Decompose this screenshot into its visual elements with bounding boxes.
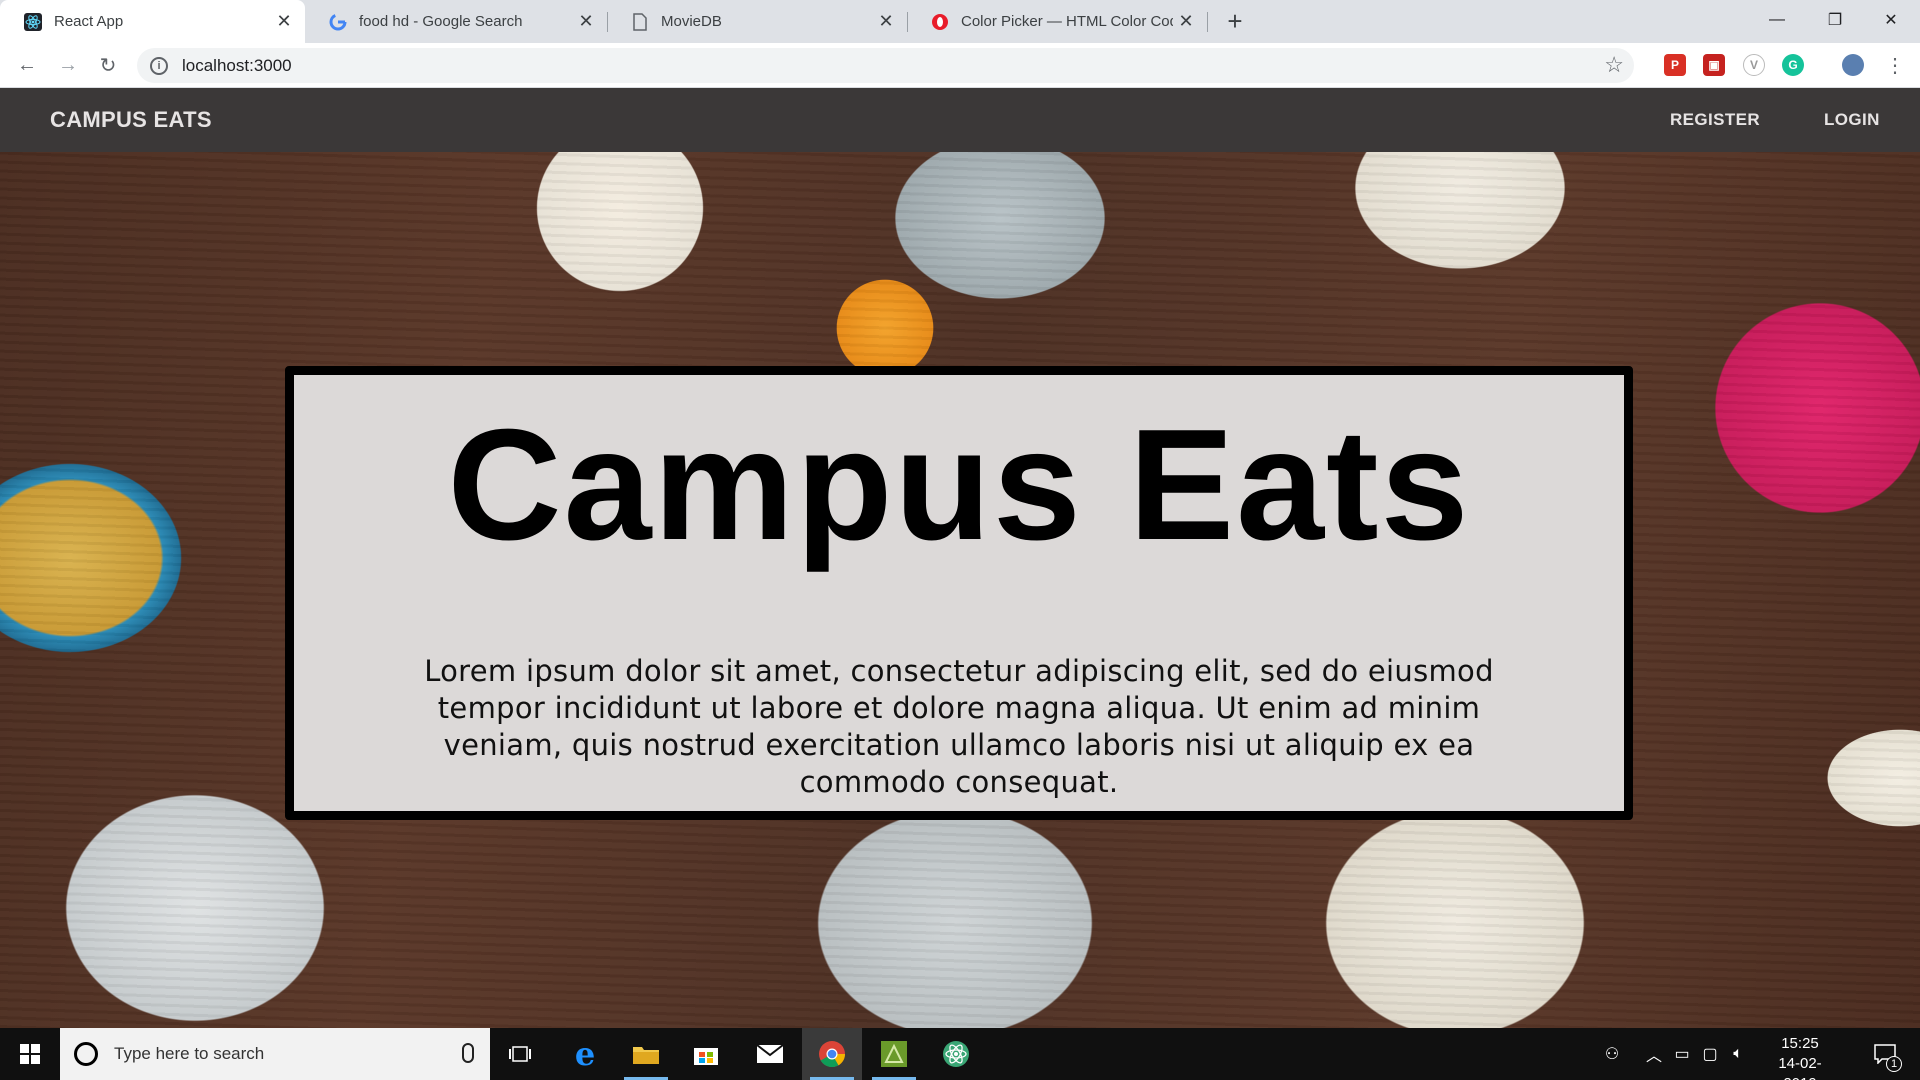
minimize-button[interactable]: — <box>1748 0 1806 40</box>
clock-time: 15:25 <box>1781 1035 1819 1052</box>
bookmark-star-icon[interactable]: ☆ <box>1604 52 1624 78</box>
register-link[interactable]: REGISTER <box>1670 110 1760 130</box>
login-link[interactable]: LOGIN <box>1824 110 1880 130</box>
windows-taskbar: Type here to search e ⚇ ︿ ▭ ▢ 🔈︎ 15:25 1… <box>0 1028 1920 1080</box>
volume-icon[interactable]: 🔈︎ <box>1724 1028 1752 1080</box>
google-icon <box>329 13 347 31</box>
show-hidden-icons-chevron-icon[interactable]: ︿ <box>1640 1028 1668 1080</box>
hero-description: Lorem ipsum dolor sit amet, consectetur … <box>424 653 1494 799</box>
tab-react-app[interactable]: React App ✕ <box>0 0 305 43</box>
atom-editor-icon[interactable] <box>926 1028 986 1080</box>
tab-title: MovieDB <box>661 13 722 30</box>
people-icon[interactable]: ⚇ <box>1594 1028 1630 1080</box>
clock-date: 14-02-2019 <box>1778 1055 1822 1080</box>
network-icon[interactable]: ▢ <box>1696 1028 1724 1080</box>
windows-start-icon[interactable] <box>0 1028 60 1080</box>
react-icon <box>24 12 42 31</box>
sublime-app-icon[interactable] <box>864 1028 924 1080</box>
close-icon[interactable]: ✕ <box>873 9 899 35</box>
page-icon <box>631 12 649 31</box>
close-window-button[interactable]: ✕ <box>1862 0 1920 40</box>
hero-card: Campus Eats Lorem ipsum dolor sit amet, … <box>285 366 1633 820</box>
back-arrow-icon[interactable]: ← <box>12 50 42 80</box>
opera-icon <box>931 13 949 31</box>
search-placeholder: Type here to search <box>114 1044 265 1063</box>
tab-color-picker[interactable]: Color Picker — HTML Color Code ✕ <box>907 0 1207 43</box>
cortana-icon <box>74 1042 98 1066</box>
tab-title: food hd - Google Search <box>359 13 523 30</box>
pdf-extension-icon[interactable]: P <box>1664 54 1686 76</box>
task-view-icon[interactable] <box>490 1028 550 1080</box>
profile-avatar[interactable] <box>1842 54 1864 76</box>
tab-google-search[interactable]: food hd - Google Search ✕ <box>305 0 607 43</box>
notification-count-badge: 1 <box>1886 1056 1902 1072</box>
taskbar-search-box[interactable]: Type here to search <box>60 1028 490 1080</box>
vimium-extension-icon[interactable]: V <box>1743 54 1765 76</box>
reload-icon[interactable]: ↻ <box>93 50 123 80</box>
battery-icon[interactable]: ▭ <box>1668 1028 1696 1080</box>
action-center-icon[interactable]: 1 <box>1860 1028 1910 1080</box>
url-text[interactable]: localhost:3000 <box>182 56 292 76</box>
edge-browser-icon[interactable]: e <box>555 1028 615 1080</box>
grammarly-extension-icon[interactable]: G <box>1782 54 1804 76</box>
system-clock[interactable]: 15:25 14-02-2019 <box>1762 1034 1838 1080</box>
microphone-icon[interactable] <box>462 1043 474 1063</box>
close-icon[interactable]: ✕ <box>1173 9 1199 35</box>
menu-kebab-icon[interactable]: ⋮ <box>1880 50 1910 80</box>
restore-button[interactable]: ❐ <box>1806 0 1864 40</box>
tab-title: Color Picker — HTML Color Code <box>961 13 1173 30</box>
tab-title: React App <box>54 13 124 30</box>
screenshot-extension-icon[interactable]: ▣ <box>1703 54 1725 76</box>
new-tab-button[interactable]: + <box>1220 6 1250 36</box>
browser-toolbar: ← → ↻ i localhost:3000 ☆ P ▣ V G ⋮ <box>0 43 1920 88</box>
tab-moviedb[interactable]: MovieDB ✕ <box>607 0 907 43</box>
hero-title: Campus Eats <box>447 397 1471 573</box>
chrome-icon[interactable] <box>802 1028 862 1080</box>
file-explorer-icon[interactable] <box>616 1028 676 1080</box>
browser-tab-strip: React App ✕ food hd - Google Search ✕ Mo… <box>0 0 1920 43</box>
address-bar[interactable]: i localhost:3000 ☆ <box>137 48 1634 83</box>
tab-separator <box>1207 12 1208 32</box>
close-icon[interactable]: ✕ <box>573 9 599 35</box>
mail-icon[interactable] <box>740 1028 800 1080</box>
info-icon[interactable]: i <box>150 56 168 75</box>
forward-arrow-icon[interactable]: → <box>53 50 83 80</box>
microsoft-store-icon[interactable] <box>676 1028 736 1080</box>
close-icon[interactable]: ✕ <box>271 9 297 35</box>
brand-logo[interactable]: CAMPUS EATS <box>50 107 212 133</box>
app-navbar: CAMPUS EATS REGISTER LOGIN <box>0 88 1920 152</box>
web-page: CAMPUS EATS REGISTER LOGIN Campus Eats L… <box>0 88 1920 1028</box>
